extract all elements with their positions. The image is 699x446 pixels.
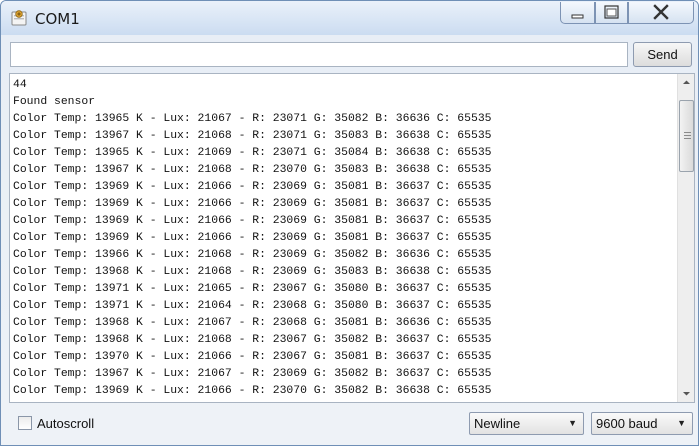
serial-monitor-window: COM1 Send 44 Found sensor Color Temp: 1396… bbox=[0, 0, 699, 446]
serial-send-input[interactable] bbox=[10, 42, 628, 67]
serial-output-line: Color Temp: 13968 K - Lux: 21068 - R: 23… bbox=[13, 334, 492, 346]
line-ending-value: Newline bbox=[474, 416, 521, 431]
serial-output-line: Color Temp: 13968 K - Lux: 21068 - R: 23… bbox=[13, 266, 492, 278]
scroll-up-button[interactable] bbox=[678, 74, 694, 91]
maximize-icon bbox=[604, 5, 619, 19]
serial-monitor-app-icon bbox=[11, 10, 27, 26]
scroll-down-button[interactable] bbox=[678, 385, 694, 402]
minimize-icon bbox=[571, 14, 584, 19]
scroll-up-arrow-icon bbox=[683, 80, 690, 84]
serial-output-line: Color Temp: 13965 K - Lux: 21067 - R: 23… bbox=[13, 113, 492, 125]
send-button[interactable]: Send bbox=[633, 42, 692, 67]
close-icon bbox=[653, 4, 669, 20]
status-bar: Autoscroll Newline ▼ 9600 baud ▼ bbox=[1, 405, 698, 445]
serial-output-line: Color Temp: 13969 K - Lux: 21066 - R: 23… bbox=[13, 198, 492, 210]
serial-output-panel[interactable]: 44 Found sensor Color Temp: 13965 K - Lux:… bbox=[9, 73, 695, 403]
close-button[interactable] bbox=[628, 2, 694, 24]
serial-output-line: Color Temp: 13969 K - Lux: 21067 - R: 23… bbox=[13, 400, 675, 402]
serial-output-line: Color Temp: 13970 K - Lux: 21066 - R: 23… bbox=[13, 351, 492, 363]
scroll-down-arrow-icon bbox=[683, 392, 690, 396]
autoscroll-label[interactable]: Autoscroll bbox=[37, 416, 94, 431]
serial-output-line: Color Temp: 13967 K - Lux: 21067 - R: 23… bbox=[13, 368, 492, 380]
serial-output-line: Color Temp: 13966 K - Lux: 21068 - R: 23… bbox=[13, 249, 492, 261]
serial-output-line: 44 bbox=[13, 79, 27, 91]
line-ending-select[interactable]: Newline ▼ bbox=[469, 412, 584, 435]
vertical-scrollbar[interactable] bbox=[677, 74, 694, 402]
baud-rate-value: 9600 baud bbox=[596, 416, 658, 431]
scroll-thumb-grip bbox=[684, 132, 691, 133]
serial-output-line: Found sensor bbox=[13, 96, 96, 108]
serial-output-line: Color Temp: 13967 K - Lux: 21068 - R: 23… bbox=[13, 130, 492, 142]
title-bar[interactable]: COM1 bbox=[1, 1, 698, 35]
serial-output-line: Color Temp: 13969 K - Lux: 21066 - R: 23… bbox=[13, 215, 492, 227]
scroll-thumb-grip bbox=[684, 138, 691, 139]
maximize-button[interactable] bbox=[595, 2, 628, 24]
serial-output-line: Color Temp: 13971 K - Lux: 21064 - R: 23… bbox=[13, 300, 492, 312]
serial-output-line: Color Temp: 13965 K - Lux: 21069 - R: 23… bbox=[13, 147, 492, 159]
window-title: COM1 bbox=[35, 10, 80, 28]
serial-output-line: Color Temp: 13969 K - Lux: 21066 - R: 23… bbox=[13, 385, 492, 397]
scroll-thumb-grip bbox=[684, 135, 691, 136]
serial-output-line: Color Temp: 13971 K - Lux: 21065 - R: 23… bbox=[13, 283, 492, 295]
autoscroll-checkbox[interactable] bbox=[18, 416, 32, 430]
baud-rate-select[interactable]: 9600 baud ▼ bbox=[591, 412, 693, 435]
scroll-thumb[interactable] bbox=[679, 100, 694, 172]
serial-output-line: Color Temp: 13969 K - Lux: 21066 - R: 23… bbox=[13, 232, 492, 244]
minimize-button[interactable] bbox=[560, 2, 595, 24]
serial-output-text: 44 Found sensor Color Temp: 13965 K - Lux:… bbox=[13, 77, 675, 402]
chevron-down-icon: ▼ bbox=[677, 418, 686, 428]
chevron-down-icon: ▼ bbox=[568, 418, 577, 428]
serial-output-line: Color Temp: 13967 K - Lux: 21068 - R: 23… bbox=[13, 164, 492, 176]
serial-output-line: Color Temp: 13968 K - Lux: 21067 - R: 23… bbox=[13, 317, 492, 329]
serial-output-line: Color Temp: 13969 K - Lux: 21066 - R: 23… bbox=[13, 181, 492, 193]
